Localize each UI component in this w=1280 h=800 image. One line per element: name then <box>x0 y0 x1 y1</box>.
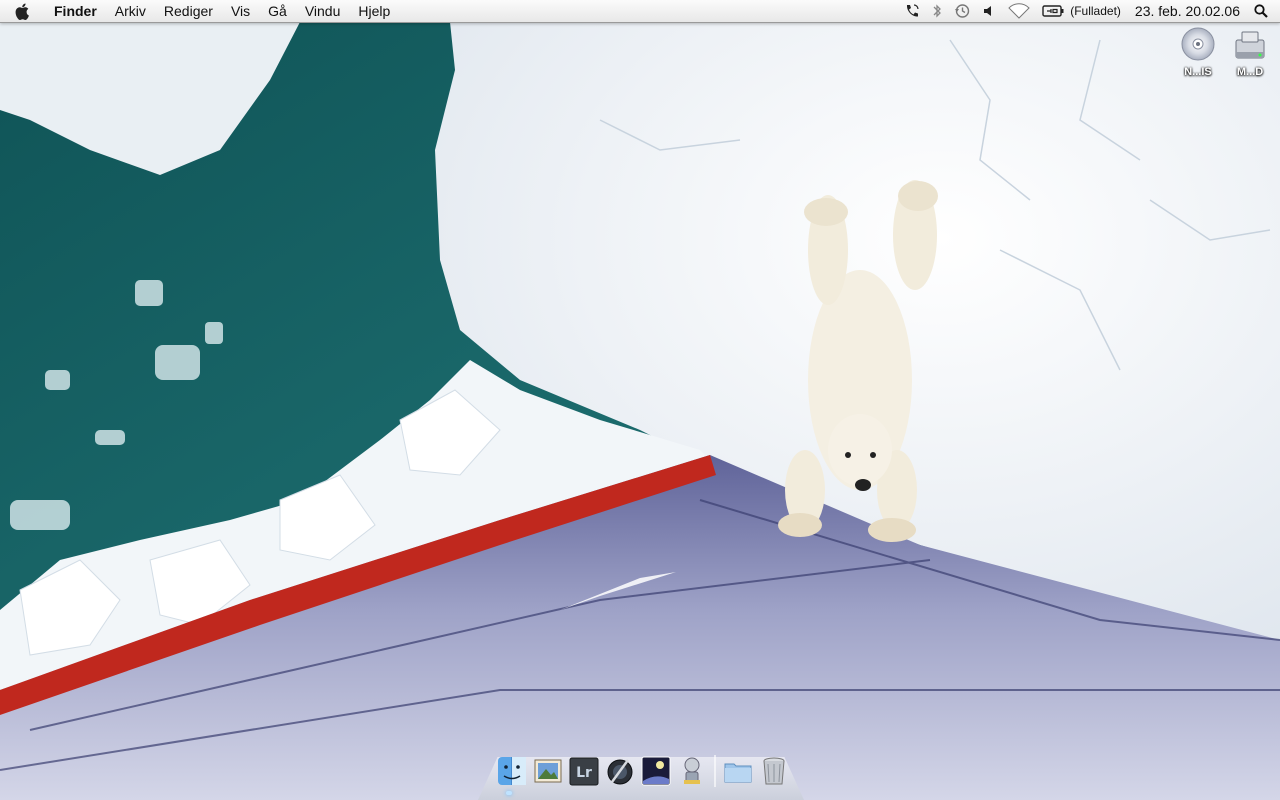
dock-aperture[interactable] <box>602 753 638 789</box>
volume-icon[interactable] <box>976 0 1002 22</box>
menu-arkiv[interactable]: Arkiv <box>106 0 155 22</box>
menu-hjelp[interactable]: Hjelp <box>349 0 399 22</box>
dvd-disc-icon <box>1178 26 1218 66</box>
menu-rediger[interactable]: Rediger <box>155 0 222 22</box>
dock-automator[interactable] <box>674 753 710 789</box>
dock-trash[interactable] <box>756 753 792 789</box>
desktop-wallpaper <box>0 0 1280 800</box>
apple-menu-icon[interactable] <box>0 0 44 22</box>
dock-preview[interactable] <box>530 753 566 789</box>
automator-icon <box>684 757 700 784</box>
menu-ga[interactable]: Gå <box>259 0 296 22</box>
lightroom-glyph: Lr <box>576 765 592 781</box>
wifi-icon[interactable] <box>1002 0 1036 22</box>
spotlight-search-icon[interactable] <box>1250 0 1280 22</box>
iphoto-icon <box>641 756 671 786</box>
battery-status-label[interactable]: (Fulladet) <box>1070 4 1125 18</box>
phone-icon[interactable] <box>898 0 926 22</box>
desktop-icon-label: M...D <box>1236 66 1264 78</box>
bluetooth-icon[interactable] <box>926 0 948 22</box>
folder-stack-icon <box>724 763 752 783</box>
dock-documents-stack[interactable] <box>720 753 756 789</box>
dock: Lr <box>494 753 792 789</box>
finder-icon <box>498 757 526 785</box>
hard-drive-icon <box>1230 26 1270 66</box>
menu-bar: Finder Arkiv Rediger Vis Gå Vindu Hjelp <box>0 0 1280 23</box>
aperture-icon <box>607 759 633 785</box>
menu-vis[interactable]: Vis <box>222 0 259 22</box>
battery-icon[interactable] <box>1036 0 1070 22</box>
app-menu-finder[interactable]: Finder <box>44 0 106 22</box>
time-machine-icon[interactable] <box>948 0 976 22</box>
trash-icon <box>763 757 785 785</box>
preview-icon <box>534 759 562 783</box>
dock-lightroom[interactable]: Lr <box>566 753 602 789</box>
menubar-clock[interactable]: 23. feb. 20.02.06 <box>1125 3 1250 19</box>
finder-running-indicator <box>506 791 512 795</box>
desktop-icon-hard-drive[interactable]: M...D <box>1220 26 1280 78</box>
dock-separator <box>714 755 716 787</box>
menu-vindu[interactable]: Vindu <box>296 0 350 22</box>
desktop-icon-dvd[interactable]: N...IS <box>1168 26 1228 78</box>
desktop-icon-label: N...IS <box>1184 66 1212 78</box>
lightroom-icon: Lr <box>569 757 599 786</box>
dock-iphoto[interactable] <box>638 753 674 789</box>
dock-finder[interactable] <box>494 753 530 789</box>
